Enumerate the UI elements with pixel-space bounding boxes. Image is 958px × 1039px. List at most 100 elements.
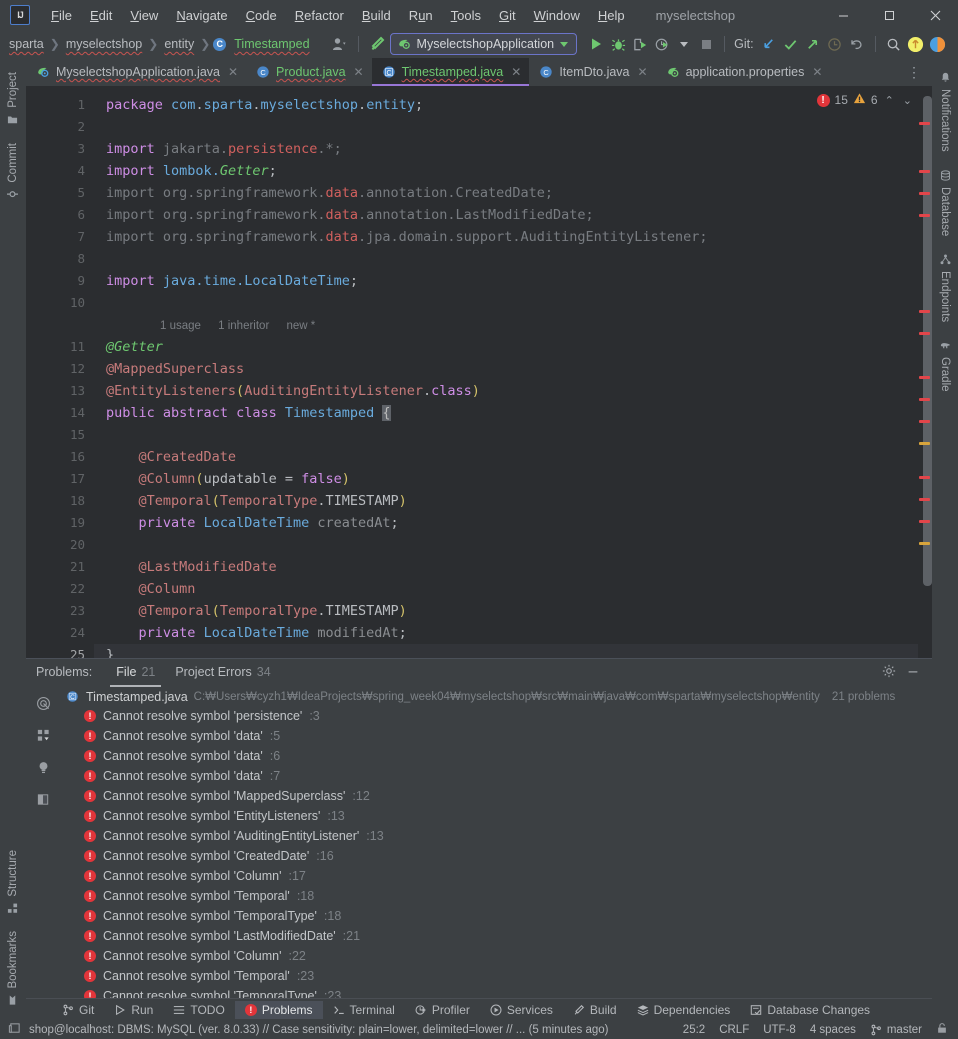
problem-row[interactable]: ! Cannot resolve symbol 'data':6 [60, 746, 932, 766]
error-marker[interactable] [919, 398, 930, 401]
breadcrumb-item-timestamped[interactable]: Timestamped [231, 36, 312, 52]
menu-edit[interactable]: Edit [81, 4, 121, 27]
tool-window-profiler[interactable]: Profiler [405, 1001, 480, 1019]
menu-view[interactable]: View [121, 4, 167, 27]
search-everywhere-icon[interactable] [883, 33, 905, 55]
read-only-lock-icon[interactable] [936, 1022, 948, 1037]
menu-tools[interactable]: Tools [442, 4, 490, 27]
inspection-scope-icon[interactable] [35, 695, 51, 711]
preview-panel-icon[interactable] [35, 791, 51, 807]
breadcrumb-item-sparta[interactable]: sparta [6, 36, 47, 52]
sidebar-item-commit[interactable]: Commit [3, 135, 23, 208]
inspection-widget[interactable]: ! 15 6 ⌃ ⌄ [816, 92, 914, 108]
code-editor[interactable]: ! 15 6 ⌃ ⌄ 1 2 3 4 5 6 7 8 9 10 11 12 13… [26, 86, 932, 658]
problem-row[interactable]: ! Cannot resolve symbol 'Temporal':23 [60, 966, 932, 986]
error-marker[interactable] [919, 520, 930, 523]
file-encoding[interactable]: UTF-8 [763, 1024, 796, 1036]
problem-row[interactable]: ! Cannot resolve symbol 'data':5 [60, 726, 932, 746]
menu-window[interactable]: Window [525, 4, 589, 27]
tool-window-database-changes[interactable]: Database Changes [740, 1001, 880, 1019]
warning-marker[interactable] [919, 542, 930, 545]
close-button[interactable] [912, 0, 958, 30]
git-push-icon[interactable] [802, 33, 824, 55]
git-branch-widget[interactable]: master [870, 1024, 922, 1036]
source-code[interactable]: package com.sparta.myselectshop.entity; … [94, 86, 918, 658]
menu-file[interactable]: File [42, 4, 81, 27]
tab-project-errors[interactable]: Project Errors 34 [165, 661, 280, 683]
debug-icon[interactable] [607, 33, 629, 55]
tab-application-properties[interactable]: application.properties ✕ [656, 58, 831, 86]
breadcrumb-item-entity[interactable]: entity [161, 36, 197, 52]
close-icon[interactable]: ✕ [812, 65, 822, 79]
problem-row[interactable]: ! Cannot resolve symbol 'Column':17 [60, 866, 932, 886]
menu-build[interactable]: Build [353, 4, 400, 27]
problem-row[interactable]: ! Cannot resolve symbol 'LastModifiedDate… [60, 926, 932, 946]
sidebar-item-structure[interactable]: Structure [3, 842, 23, 922]
settings-gear-icon[interactable] [882, 664, 896, 681]
sidebar-item-gradle[interactable]: Gradle [935, 332, 955, 400]
editor-error-stripe[interactable] [918, 86, 932, 658]
code-vision-hints[interactable]: 1 usage 1 inheritor new * [94, 314, 918, 336]
problem-row[interactable]: ! Cannot resolve symbol 'TemporalType':18 [60, 906, 932, 926]
usage-hint[interactable]: 1 usage [160, 320, 201, 332]
menu-run[interactable]: Run [400, 4, 442, 27]
problem-row[interactable]: ! Cannot resolve symbol 'data':7 [60, 766, 932, 786]
error-marker[interactable] [919, 476, 930, 479]
database-console-icon[interactable] [8, 1022, 21, 1038]
error-marker[interactable] [919, 192, 930, 195]
problems-file-header[interactable]: C Timestamped.java C:₩Users₩cyzh1₩IdeaPr… [60, 688, 932, 706]
tab-timestamped-java[interactable]: C Timestamped.java ✕ [371, 58, 530, 86]
error-marker[interactable] [919, 122, 930, 125]
profile-icon[interactable] [329, 33, 351, 55]
git-rollback-icon[interactable] [846, 33, 868, 55]
close-icon[interactable]: ✕ [354, 65, 364, 79]
problem-row[interactable]: ! Cannot resolve symbol 'CreatedDate':16 [60, 846, 932, 866]
menu-code[interactable]: Code [237, 4, 286, 27]
run-icon[interactable] [585, 33, 607, 55]
editor-gutter[interactable]: 1 2 3 4 5 6 7 8 9 10 11 12 13 14 15 16 1… [26, 86, 94, 658]
problem-row[interactable]: ! Cannot resolve symbol 'MappedSuperclass… [60, 786, 932, 806]
error-marker[interactable] [919, 310, 930, 313]
caret-position[interactable]: 25:2 [683, 1024, 705, 1036]
run-configuration-selector[interactable]: MyselectshopApplication [389, 33, 578, 55]
tool-window-dependencies[interactable]: Dependencies [627, 1001, 741, 1019]
error-marker[interactable] [919, 332, 930, 335]
error-marker[interactable] [919, 498, 930, 501]
problem-row[interactable]: ! Cannot resolve symbol 'Temporal':18 [60, 886, 932, 906]
close-icon[interactable]: ✕ [638, 65, 648, 79]
tool-window-services[interactable]: Services [480, 1001, 563, 1019]
tab-overflow-menu-icon[interactable]: ⋮ [897, 58, 932, 86]
feedback-icon[interactable] [927, 33, 949, 55]
tool-window-run[interactable]: Run [104, 1001, 163, 1019]
error-marker[interactable] [919, 376, 930, 379]
sidebar-item-database[interactable]: Database [935, 162, 955, 244]
close-icon[interactable]: ✕ [511, 65, 521, 79]
profiler-run-icon[interactable] [651, 33, 673, 55]
new-hint[interactable]: new * [286, 320, 315, 332]
build-hammer-icon[interactable] [366, 33, 388, 55]
tool-window-git[interactable]: Git [52, 1001, 104, 1019]
problem-row[interactable]: ! Cannot resolve symbol 'Column':22 [60, 946, 932, 966]
git-update-icon[interactable] [758, 33, 780, 55]
error-marker[interactable] [919, 170, 930, 173]
problem-row[interactable]: ! Cannot resolve symbol 'EntityListeners'… [60, 806, 932, 826]
tab-itemdto-java[interactable]: C ItemDto.java ✕ [529, 58, 655, 86]
menu-help[interactable]: Help [589, 4, 634, 27]
line-separator[interactable]: CRLF [719, 1024, 749, 1036]
sidebar-item-endpoints[interactable]: Endpoints [935, 246, 955, 330]
quick-fix-bulb-icon[interactable] [35, 759, 51, 775]
problem-row[interactable]: ! Cannot resolve symbol 'persistence':3 [60, 706, 932, 726]
maximize-button[interactable] [866, 0, 912, 30]
chevron-down-icon[interactable] [673, 33, 695, 55]
previous-problem-icon[interactable]: ⌃ [883, 94, 896, 107]
stop-icon[interactable] [695, 33, 717, 55]
problem-row[interactable]: ! Cannot resolve symbol 'TemporalType':23 [60, 986, 932, 998]
tool-window-build[interactable]: Build [563, 1001, 627, 1019]
menu-navigate[interactable]: Navigate [167, 4, 236, 27]
sidebar-item-project[interactable]: Project [3, 64, 23, 133]
indent-setting[interactable]: 4 spaces [810, 1024, 856, 1036]
minimize-button[interactable] [820, 0, 866, 30]
tab-myselectshopapplication-java[interactable]: MyselectshopApplication.java ✕ [26, 58, 246, 86]
git-history-icon[interactable] [824, 33, 846, 55]
warning-marker[interactable] [919, 442, 930, 445]
